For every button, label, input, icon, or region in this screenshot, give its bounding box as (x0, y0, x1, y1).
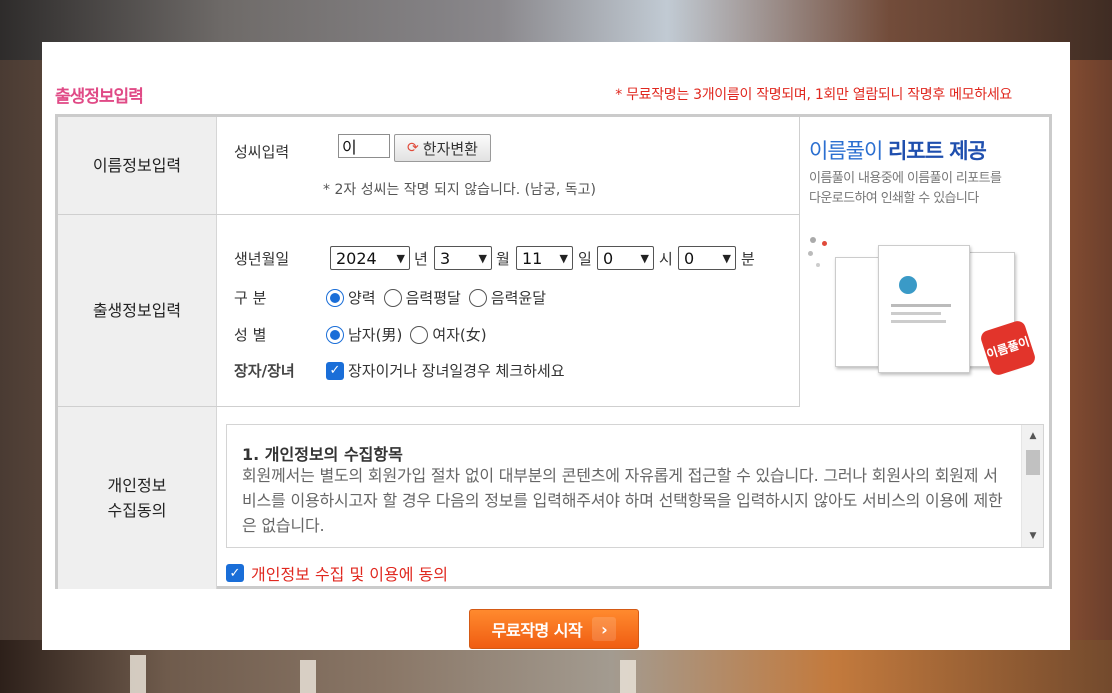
promo-description: 이름풀이 내용중에 이름풀이 리포트를 다운로드하여 인쇄할 수 있습니다 (809, 169, 1002, 209)
promo-heading-normal: 이름풀이 (809, 139, 888, 163)
surname-input[interactable] (338, 134, 390, 158)
privacy-agree: ✓ 개인정보 수집 및 이용에 동의 (226, 561, 448, 585)
eldest-label: 장자/장녀 (234, 362, 295, 380)
year-unit: 년 (414, 250, 428, 268)
calendar-lunar-leap-radio[interactable] (468, 288, 487, 307)
eldest-checkbox-label: 장자이거나 장녀일경우 체크하세요 (348, 362, 565, 380)
privacy-terms-title: 1. 개인정보의 수집항목 (242, 445, 403, 464)
scroll-thumb[interactable] (1026, 450, 1040, 475)
decor-dot (810, 237, 816, 243)
privacy-label-line: 수집동의 (107, 501, 167, 520)
month-select[interactable]: 3 ▼ (434, 246, 492, 270)
calendar-solar-label: 양력 (348, 289, 376, 307)
promo-description-line: 다운로드하여 인쇄할 수 있습니다 (809, 191, 979, 206)
report-graphic (891, 304, 951, 307)
report-graphic (899, 276, 917, 294)
birth-info-label: 출생정보입력 (58, 215, 217, 406)
privacy-consent-row: 개인정보 수집동의 1. 개인정보의 수집항목 회원께서는 별도의 회원가입 절… (58, 407, 1049, 589)
privacy-terms-box[interactable]: 1. 개인정보의 수집항목 회원께서는 별도의 회원가입 절차 없이 대부분의 … (226, 424, 1044, 548)
privacy-agree-label[interactable]: 개인정보 수집 및 이용에 동의 (251, 561, 448, 585)
year-value: 2024 (336, 248, 377, 268)
scroll-down-icon[interactable]: ▼ (1022, 527, 1043, 545)
name-info-content: 성씨입력 ⟳ 한자변환 * 2자 성씨는 작명 되지 않습니다. (남궁, 독고… (218, 117, 799, 214)
promo-heading-bold: 리포트 제공 (887, 139, 987, 163)
start-free-naming-button[interactable]: 무료작명 시작 › (469, 609, 639, 649)
surname-label: 성씨입력 (234, 143, 290, 161)
birthdate-label: 생년월일 (234, 250, 290, 268)
background-pillar (130, 655, 146, 693)
privacy-label-line: 개인정보 (107, 476, 167, 495)
chevron-down-icon: ▼ (559, 251, 568, 265)
year-select[interactable]: 2024 ▼ (330, 246, 410, 270)
day-unit: 일 (578, 250, 592, 268)
promo-heading: 이름풀이 리포트 제공 (809, 135, 987, 165)
page-title: 출생정보입력 (55, 87, 144, 107)
gender-female-label: 여자(女) (432, 326, 487, 344)
decor-dot (808, 251, 813, 256)
minute-value: 0 (684, 248, 695, 268)
calendar-lunar-radio[interactable] (383, 288, 402, 307)
month-unit: 월 (496, 250, 510, 268)
gender-label: 성 별 (234, 326, 267, 344)
decor-dot (816, 263, 820, 267)
report-graphic (891, 320, 946, 323)
gender-female-radio[interactable] (410, 325, 429, 344)
calendar-lunar-label: 음력평달 (405, 289, 461, 307)
start-free-naming-label: 무료작명 시작 (491, 621, 583, 640)
hanja-convert-label: 한자변환 (422, 139, 478, 158)
birth-info-content: 생년월일 2024 ▼ 년 3 ▼ 월 11 ▼ 일 0 ▼ 시 0 ▼ 분 구… (218, 215, 799, 406)
chevron-down-icon: ▼ (722, 251, 731, 265)
chevron-down-icon: ▼ (478, 251, 487, 265)
background-pillar (620, 660, 636, 693)
calendar-solar-radio[interactable] (326, 288, 344, 307)
report-promo-panel: 이름풀이 리포트 제공 이름풀이 내용중에 이름풀이 리포트를 다운로드하여 인… (799, 117, 1049, 407)
scroll-up-icon[interactable]: ▲ (1022, 427, 1043, 445)
eldest-checkbox[interactable]: ✓ (326, 361, 344, 380)
report-graphic (891, 312, 941, 315)
hour-select[interactable]: 0 ▼ (597, 246, 654, 270)
gender-male-label: 남자(男) (348, 326, 403, 344)
minute-unit: 분 (741, 250, 755, 268)
calendar-type-group: 양력 음력평달 음력윤달 (322, 287, 546, 308)
chevron-down-icon: ▼ (640, 251, 649, 265)
calendar-type-label: 구 분 (234, 289, 267, 307)
hanja-convert-button[interactable]: ⟳ 한자변환 (394, 134, 491, 162)
form-table: 이름정보입력 성씨입력 ⟳ 한자변환 * 2자 성씨는 작명 되지 않습니다. … (55, 114, 1052, 589)
privacy-terms-scrollbar[interactable]: ▲ ▼ (1021, 425, 1043, 547)
naming-form-card: 출생정보입력 * 무료작명는 3개이름이 작명되며, 1회만 열람되니 작명후 … (42, 42, 1070, 650)
gender-group: 남자(男) 여자(女) (322, 324, 487, 345)
day-select[interactable]: 11 ▼ (516, 246, 573, 270)
privacy-consent-label: 개인정보 수집동의 (58, 407, 217, 589)
name-info-label: 이름정보입력 (58, 117, 217, 214)
eldest-group: ✓ 장자이거나 장녀일경우 체크하세요 (322, 360, 565, 381)
report-page-image (878, 245, 970, 373)
chevron-right-icon: › (592, 617, 617, 641)
month-value: 3 (440, 248, 451, 268)
hour-value: 0 (603, 248, 614, 268)
surname-hint: * 2자 성씨는 작명 되지 않습니다. (남궁, 독고) (323, 182, 596, 198)
background-pillar (300, 660, 316, 693)
minute-select[interactable]: 0 ▼ (678, 246, 736, 270)
hour-unit: 시 (659, 250, 673, 268)
calendar-lunar-leap-label: 음력윤달 (490, 289, 547, 307)
chevron-down-icon: ▼ (396, 251, 405, 265)
promo-description-line: 이름풀이 내용중에 이름풀이 리포트를 (809, 171, 1002, 186)
gender-male-radio[interactable] (326, 325, 344, 344)
free-naming-notice: * 무료작명는 3개이름이 작명되며, 1회만 열람되니 작명후 메모하세요 (615, 87, 1012, 103)
day-value: 11 (522, 248, 543, 268)
refresh-icon: ⟳ (407, 140, 419, 156)
privacy-agree-checkbox[interactable]: ✓ (226, 564, 244, 582)
decor-dot (822, 241, 827, 246)
privacy-terms-body: 회원께서는 별도의 회원가입 절차 없이 대부분의 콘텐츠에 자유롭게 접근할 … (242, 466, 1003, 535)
